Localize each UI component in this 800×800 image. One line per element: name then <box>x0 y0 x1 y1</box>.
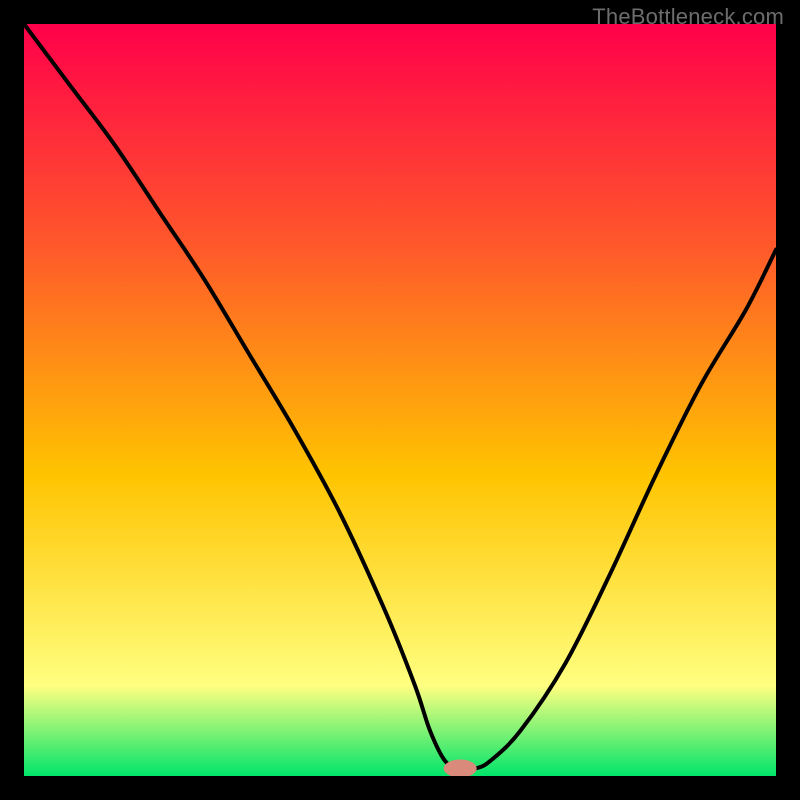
gradient-background <box>24 24 776 776</box>
chart-svg <box>24 24 776 776</box>
plot-area <box>24 24 776 776</box>
chart-frame: TheBottleneck.com <box>0 0 800 800</box>
